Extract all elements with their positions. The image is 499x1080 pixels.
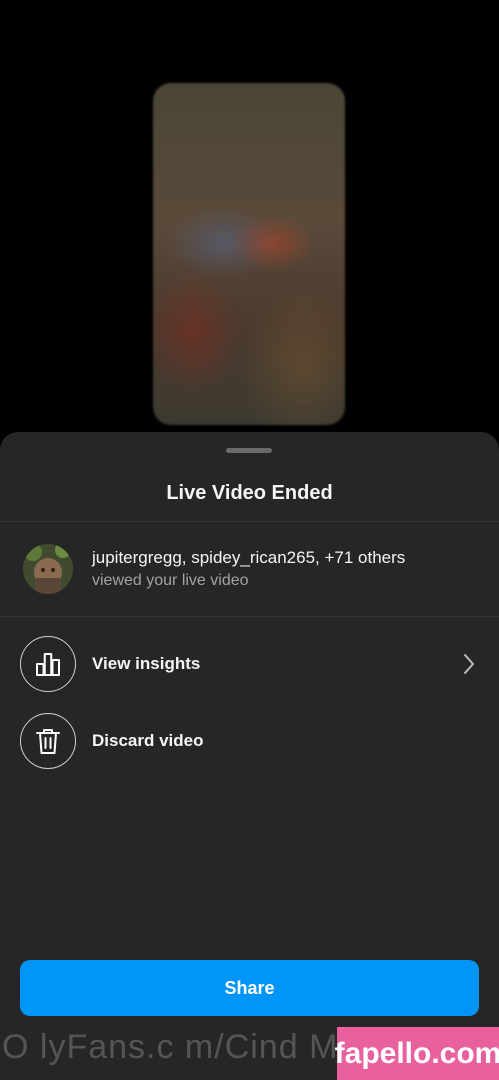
trash-icon — [20, 713, 76, 769]
live-video-preview — [153, 83, 345, 425]
watermark-text: O lyFans.c m/Cind M 7 — [2, 1028, 369, 1066]
discard-video-button[interactable]: Discard video — [0, 710, 499, 774]
live-ended-sheet: Live Video Ended jupitergregg, spidey_ri… — [0, 432, 499, 1080]
watermark-badge: fapello.com — [335, 1027, 499, 1080]
view-insights-button[interactable]: View insights — [0, 633, 499, 697]
viewer-avatar — [23, 544, 73, 594]
share-button[interactable]: Share — [20, 960, 479, 1016]
viewers-names: jupitergregg, spidey_rican265, +71 other… — [92, 548, 406, 567]
viewers-row[interactable]: jupitergregg, spidey_rican265, +71 other… — [0, 522, 499, 616]
sheet-grabber[interactable] — [226, 448, 272, 453]
divider — [0, 616, 499, 617]
sheet-title: Live Video Ended — [166, 482, 333, 504]
discard-video-label: Discard video — [92, 731, 204, 750]
viewers-subtitle: viewed your live video — [92, 572, 249, 589]
view-insights-label: View insights — [92, 654, 201, 673]
bar-chart-icon — [20, 636, 76, 692]
chevron-right-icon — [463, 653, 475, 680]
